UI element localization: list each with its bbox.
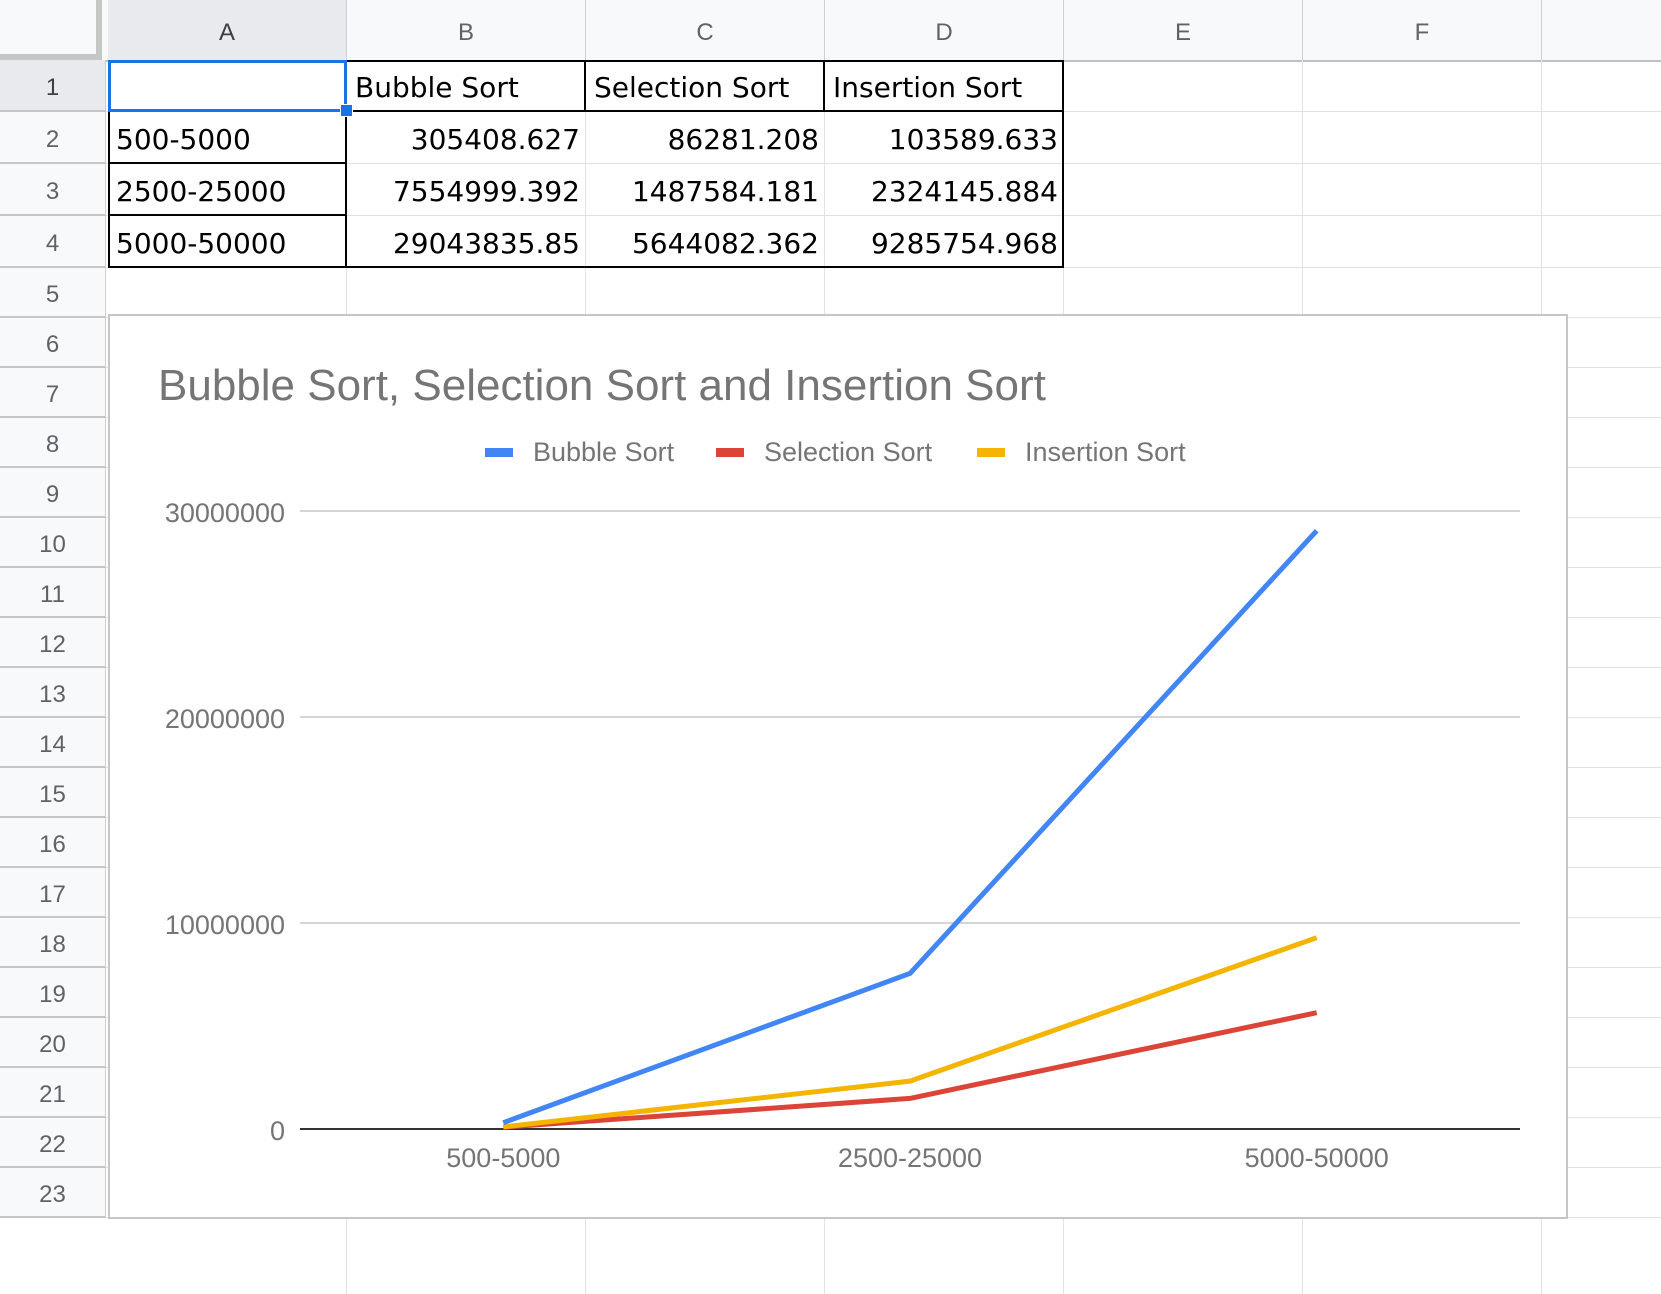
active-cell-selection xyxy=(108,60,347,112)
x-tick-label-2: 2500-25000 xyxy=(838,1143,982,1173)
row-header-6[interactable]: 6 xyxy=(0,318,106,368)
column-header-d[interactable]: D xyxy=(825,0,1064,60)
cell-a2[interactable]: 500-5000 xyxy=(108,112,347,164)
row-header-17[interactable]: 17 xyxy=(0,868,106,918)
row-header-4[interactable]: 4 xyxy=(0,216,106,268)
y-tick-label-2: 20000000 xyxy=(165,704,285,734)
legend-swatch-3 xyxy=(977,448,1005,457)
column-header-a[interactable]: A xyxy=(108,0,347,60)
row-header-12[interactable]: 12 xyxy=(0,618,106,668)
row-header-9[interactable]: 9 xyxy=(0,468,106,518)
select-all-corner[interactable] xyxy=(0,0,102,60)
row-header-15[interactable]: 15 xyxy=(0,768,106,818)
row-header-10[interactable]: 10 xyxy=(0,518,106,568)
series-line-selection-sort xyxy=(503,1010,1318,1130)
row-header-13[interactable]: 13 xyxy=(0,668,106,718)
series-line-bubble-sort xyxy=(502,529,1319,1126)
fill-handle[interactable] xyxy=(340,104,353,117)
row-header-19[interactable]: 19 xyxy=(0,968,106,1018)
cell-a4[interactable]: 5000-50000 xyxy=(108,216,347,268)
cell-b4[interactable]: 29043835.85 xyxy=(347,216,586,268)
row-header-5[interactable]: 5 xyxy=(0,268,106,318)
cell-d2[interactable]: 103589.633 xyxy=(825,112,1064,164)
row-header-3[interactable]: 3 xyxy=(0,164,106,216)
row-header-1[interactable]: 1 xyxy=(0,60,106,112)
y-tick-label-3: 30000000 xyxy=(165,498,285,528)
cell-c4[interactable]: 5644082.362 xyxy=(586,216,825,268)
column-header-f[interactable]: F xyxy=(1303,0,1542,60)
y-tick-label-0: 0 xyxy=(270,1116,285,1146)
cell-d4[interactable]: 9285754.968 xyxy=(825,216,1064,268)
y-tick-label-1: 10000000 xyxy=(165,910,285,940)
cell-d3[interactable]: 2324145.884 xyxy=(825,164,1064,216)
legend-label-1: Bubble Sort xyxy=(533,437,675,467)
cell-b2[interactable]: 305408.627 xyxy=(347,112,586,164)
column-header-c[interactable]: C xyxy=(586,0,825,60)
cell-b3[interactable]: 7554999.392 xyxy=(347,164,586,216)
cell-a3[interactable]: 2500-25000 xyxy=(108,164,347,216)
row-header-11[interactable]: 11 xyxy=(0,568,106,618)
row-header-7[interactable]: 7 xyxy=(0,368,106,418)
row-header-23[interactable]: 23 xyxy=(0,1168,106,1218)
column-header-b[interactable]: B xyxy=(347,0,586,60)
legend-label-3: Insertion Sort xyxy=(1025,437,1186,467)
row-header-16[interactable]: 16 xyxy=(0,818,106,868)
legend-swatch-2 xyxy=(716,448,744,457)
row-header-21[interactable]: 21 xyxy=(0,1068,106,1118)
row-header-18[interactable]: 18 xyxy=(0,918,106,968)
cell-c3[interactable]: 1487584.181 xyxy=(586,164,825,216)
legend-swatch-1 xyxy=(485,448,513,457)
chart-canvas: Bubble Sort, Selection Sort and Insertio… xyxy=(158,361,1520,1173)
row-header-22[interactable]: 22 xyxy=(0,1118,106,1168)
row-header-20[interactable]: 20 xyxy=(0,1018,106,1068)
row-header-2[interactable]: 2 xyxy=(0,112,106,164)
cell-d1[interactable]: Insertion Sort xyxy=(825,60,1064,112)
column-header-e[interactable]: E xyxy=(1064,0,1303,60)
chart-title: Bubble Sort, Selection Sort and Insertio… xyxy=(158,361,1046,410)
cell-c1[interactable]: Selection Sort xyxy=(586,60,825,112)
x-tick-label-3: 5000-50000 xyxy=(1245,1143,1389,1173)
cell-b1[interactable]: Bubble Sort xyxy=(347,60,586,112)
line-chart[interactable]: Bubble Sort, Selection Sort and Insertio… xyxy=(108,314,1568,1219)
legend-label-2: Selection Sort xyxy=(764,437,933,467)
x-tick-label-1: 500-5000 xyxy=(446,1143,560,1173)
row-header-8[interactable]: 8 xyxy=(0,418,106,468)
cell-c2[interactable]: 86281.208 xyxy=(586,112,825,164)
row-header-14[interactable]: 14 xyxy=(0,718,106,768)
